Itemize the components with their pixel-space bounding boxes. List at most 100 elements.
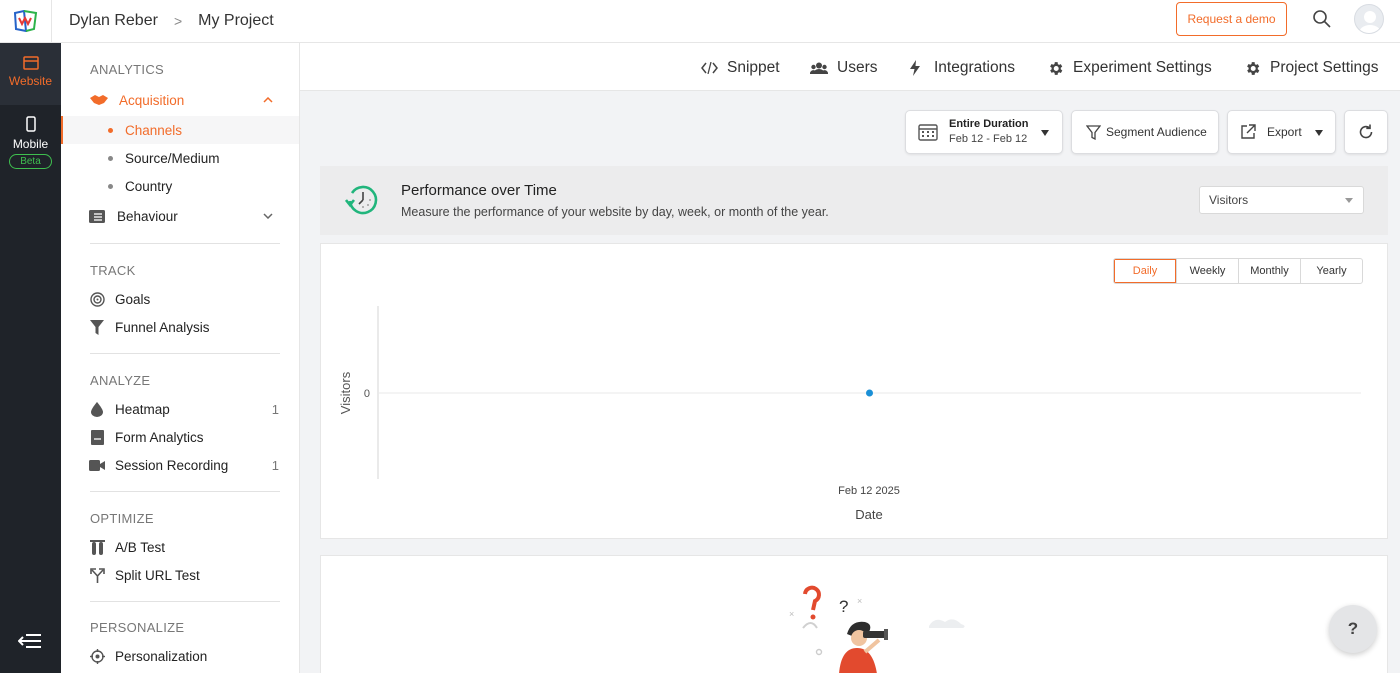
data-point[interactable]	[866, 389, 873, 397]
nav-snippet[interactable]: Snippet	[701, 59, 780, 77]
collapse-sidebar-icon[interactable]	[18, 633, 42, 649]
export-dropdown[interactable]: Export	[1227, 110, 1336, 154]
search-icon[interactable]	[1312, 9, 1332, 29]
sidebar-item-country[interactable]: Country	[61, 172, 299, 200]
user-avatar[interactable]	[1354, 4, 1384, 34]
funnel-icon	[89, 319, 105, 335]
chevron-down-icon[interactable]	[263, 213, 273, 219]
performance-header: Performance over Time Measure the perfor…	[320, 166, 1388, 235]
performance-subtitle: Measure the performance of your website …	[401, 205, 829, 219]
divider	[90, 601, 280, 602]
y-axis-title: Visitors	[338, 371, 353, 414]
breadcrumb-project[interactable]: My Project	[198, 12, 274, 30]
mobile-icon	[25, 116, 36, 132]
rail-website-label: Website	[8, 74, 53, 88]
breadcrumb: Dylan Reber > My Project	[52, 12, 274, 30]
segment-audience-label: Segment Audience	[1106, 125, 1207, 139]
code-icon	[701, 62, 718, 74]
bullet-icon	[108, 127, 113, 133]
sidebar-item-label: Session Recording	[115, 457, 229, 473]
sidebar-item-label: Personalization	[115, 648, 208, 664]
list-icon	[89, 208, 105, 224]
avatar-icon	[1359, 11, 1381, 33]
sidebar-item-heatmap[interactable]: Heatmap 1	[61, 395, 299, 423]
breadcrumb-separator: >	[173, 13, 183, 29]
website-icon	[22, 56, 39, 70]
metric-select-value: Visitors	[1209, 193, 1249, 207]
caret-down-icon	[1041, 130, 1049, 136]
nav-integrations[interactable]: Integrations	[909, 59, 1015, 77]
external-link-icon	[1241, 124, 1256, 139]
nav-experiment-settings-label: Experiment Settings	[1073, 59, 1212, 76]
data-points	[866, 389, 873, 397]
sidebar-item-label: Country	[125, 178, 173, 194]
date-range-label: Entire Duration	[949, 118, 1029, 130]
beta-badge: Beta	[9, 154, 52, 169]
rail-website[interactable]: Website	[0, 43, 61, 105]
section-track: TRACK	[90, 263, 136, 278]
session-recording-count: 1	[271, 457, 279, 473]
users-icon	[810, 62, 828, 74]
explorer-illustration: ? × ×	[789, 585, 965, 673]
sidebar-item-ab-test[interactable]: A/B Test	[61, 533, 299, 561]
sidebar-item-session-recording[interactable]: Session Recording 1	[61, 451, 299, 479]
svg-text:?: ?	[839, 597, 848, 616]
segment-audience-button[interactable]: Segment Audience	[1071, 110, 1219, 154]
sidebar-item-source-medium[interactable]: Source/Medium	[61, 144, 299, 172]
nav-users[interactable]: Users	[810, 59, 877, 77]
nav-project-settings-label: Project Settings	[1270, 59, 1379, 76]
date-range-dropdown[interactable]: Entire Duration Feb 12 - Feb 12	[905, 110, 1063, 154]
sidebar: ANALYTICS Acquisition Channels Source/Me…	[61, 43, 300, 673]
app-logo[interactable]	[0, 0, 52, 43]
sidebar-item-funnel-analysis[interactable]: Funnel Analysis	[61, 313, 299, 341]
sidebar-item-label: A/B Test	[115, 539, 166, 555]
time-history-icon	[345, 185, 378, 215]
sidebar-item-acquisition[interactable]: Acquisition	[61, 86, 299, 114]
sidebar-item-form-analytics[interactable]: Form Analytics	[61, 423, 299, 451]
nav-experiment-settings[interactable]: Experiment Settings	[1047, 59, 1212, 77]
divider	[90, 491, 280, 492]
sidebar-item-label: Source/Medium	[125, 150, 220, 166]
sidebar-item-split-url-test[interactable]: Split URL Test	[61, 561, 299, 589]
section-analytics: ANALYTICS	[90, 62, 164, 77]
calendar-icon	[918, 124, 938, 141]
nav-integrations-label: Integrations	[934, 59, 1015, 76]
metric-select[interactable]: Visitors	[1199, 186, 1364, 214]
sidebar-item-label: Channels	[125, 122, 183, 138]
nav-project-settings[interactable]: Project Settings	[1244, 59, 1379, 77]
sidebar-item-personalization[interactable]: Personalization	[61, 642, 299, 670]
sidebar-item-label: Heatmap	[115, 401, 170, 417]
help-button[interactable]: ?	[1329, 605, 1377, 653]
sidebar-item-channels[interactable]: Channels	[61, 116, 299, 144]
bullet-icon	[108, 183, 113, 189]
visitors-chart: 0 Feb 12 2025 Date Visitors	[338, 306, 1361, 522]
sidebar-item-behaviour[interactable]: Behaviour	[61, 202, 299, 230]
logo-icon	[13, 10, 37, 32]
lightning-icon	[910, 60, 920, 76]
divider	[90, 353, 280, 354]
svg-text:×: ×	[789, 609, 794, 619]
refresh-button[interactable]	[1344, 110, 1388, 154]
crosshair-icon	[89, 648, 105, 664]
date-range-value: Feb 12 - Feb 12	[949, 133, 1028, 145]
drop-icon	[89, 401, 105, 417]
product-rail: Website Mobile Beta	[0, 43, 61, 673]
form-icon	[89, 429, 105, 445]
rail-mobile[interactable]: Mobile Beta	[0, 116, 61, 169]
handshake-icon	[89, 92, 109, 108]
test-tubes-icon	[89, 539, 105, 555]
request-demo-button[interactable]: Request a demo	[1176, 2, 1287, 36]
gear-icon	[1247, 61, 1260, 75]
sidebar-item-label: Acquisition	[119, 92, 185, 108]
y-tick-label: 0	[364, 388, 370, 400]
breadcrumb-account[interactable]: Dylan Reber	[69, 12, 158, 30]
empty-state-card: ? × ×	[320, 555, 1388, 673]
sidebar-item-goals[interactable]: Goals	[61, 285, 299, 313]
split-arrow-icon	[89, 567, 105, 583]
refresh-icon	[1359, 124, 1373, 139]
nav-users-label: Users	[837, 59, 878, 76]
caret-down-icon	[1345, 198, 1353, 203]
divider	[90, 243, 280, 244]
main-top-nav: Snippet Users Integrations Experiment Se…	[300, 43, 1400, 91]
chevron-up-icon[interactable]	[263, 97, 273, 103]
